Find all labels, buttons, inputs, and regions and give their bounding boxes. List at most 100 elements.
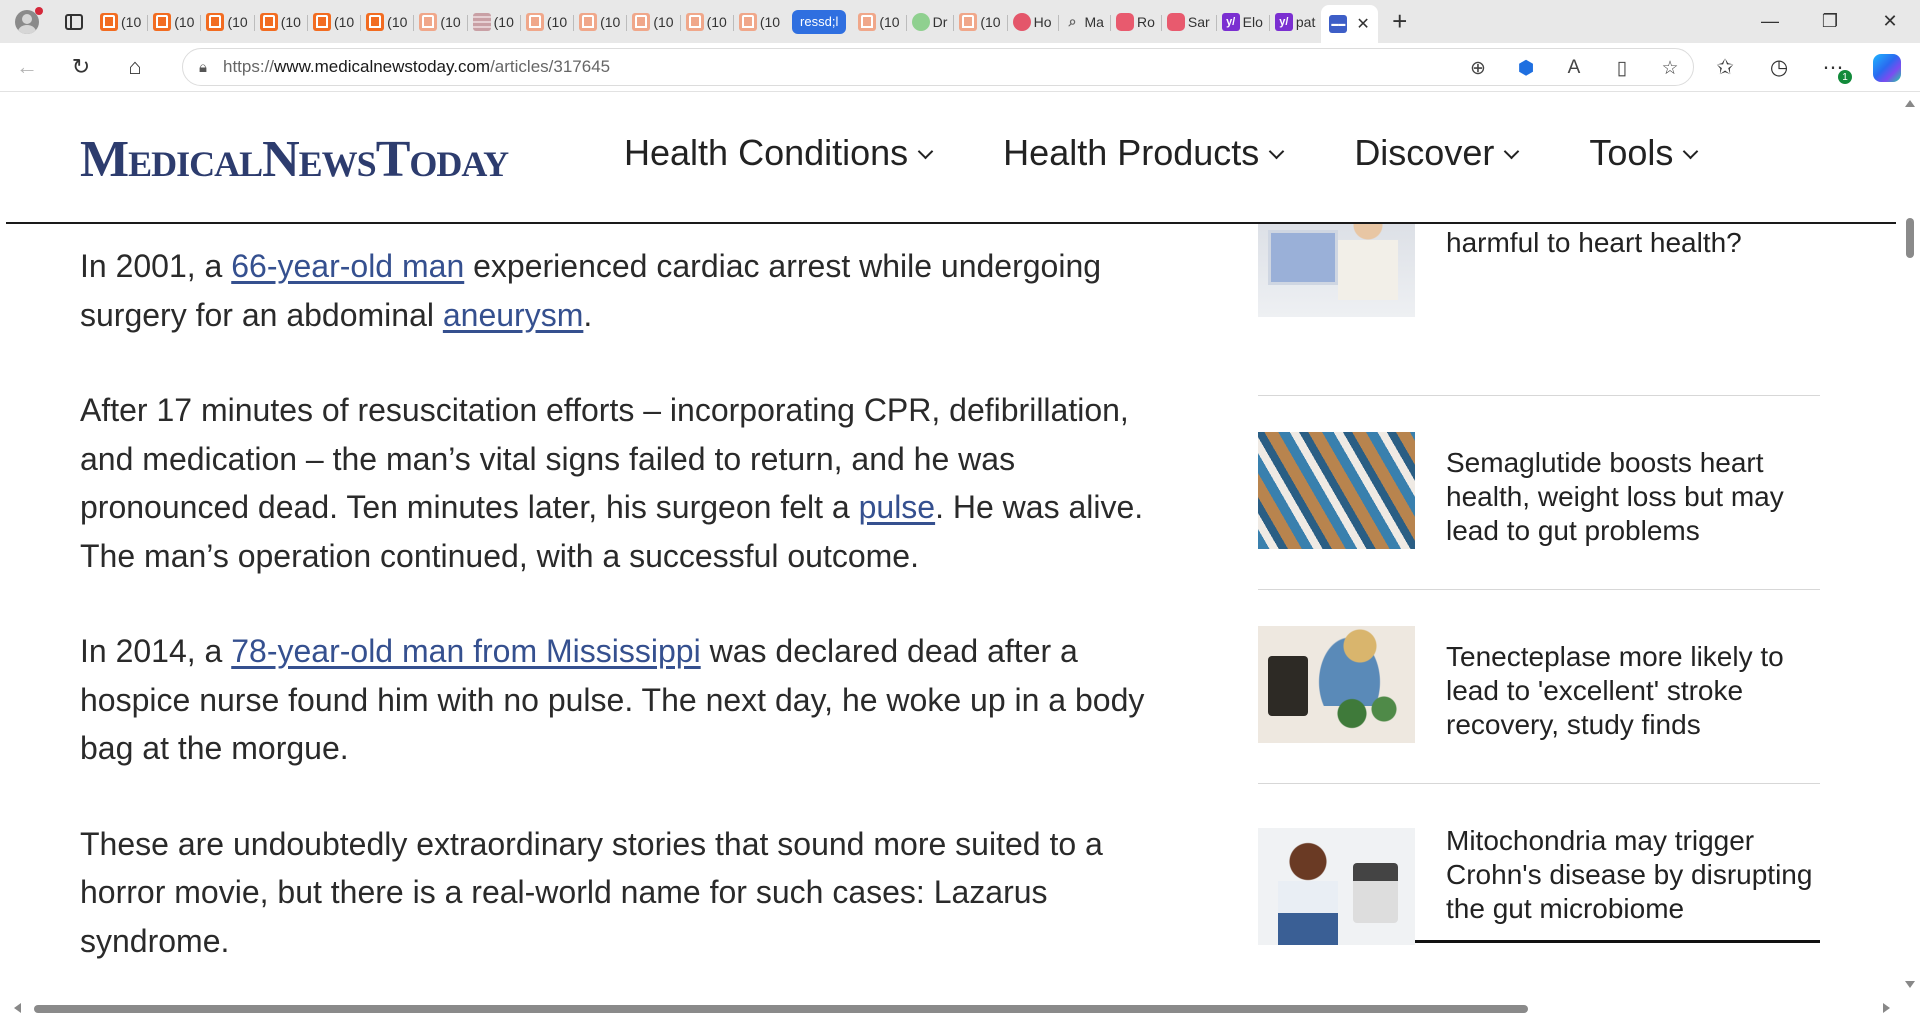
browser-tab[interactable]: y/Elo — [1215, 7, 1269, 37]
tab-label: (10 — [653, 13, 674, 30]
lock-icon[interactable]: 🔒︎ — [183, 59, 223, 76]
yahoo-icon: y/ — [1221, 12, 1240, 31]
browser-tab[interactable]: Ho — [1006, 7, 1058, 37]
scroll-left-icon[interactable] — [14, 1003, 21, 1013]
orange-bookmark-icon — [366, 12, 385, 31]
browser-tab[interactable]: (10 — [466, 7, 520, 37]
browser-tab[interactable]: (10 — [953, 7, 1006, 37]
tab-label: (10 — [546, 13, 568, 30]
restore-button[interactable]: ❐ — [1800, 0, 1860, 43]
scroll-right-icon[interactable] — [1883, 1003, 1890, 1013]
peach-bookmark-icon — [632, 12, 651, 31]
scroll-up-icon[interactable] — [1905, 100, 1915, 107]
nav-health-conditions[interactable]: Health Conditions — [624, 132, 934, 174]
profile-button[interactable] — [0, 0, 54, 43]
browser-tab[interactable]: (10 — [732, 7, 786, 37]
copilot-button[interactable] — [1860, 53, 1914, 82]
peach-bookmark-icon — [579, 12, 598, 31]
related-article-item[interactable]: Mitochondria may trigger Crohn's disease… — [1258, 784, 1820, 978]
nav-label: Tools — [1589, 132, 1674, 173]
browser-tab[interactable]: y/pat — [1268, 7, 1321, 37]
tab-list: (10 (10 (10 (10 (10 (10 (10 (10 (10 (10 (10 (10 (10 — [94, 0, 786, 43]
browser-tab[interactable]: (10 — [200, 7, 253, 37]
tab-label: (10 — [980, 13, 1001, 30]
nav-tools[interactable]: Tools — [1589, 132, 1699, 174]
article-paragraph: These are undoubtedly extraordinary stor… — [80, 820, 1180, 966]
immersive-reader-icon[interactable]: ▯ — [1609, 57, 1635, 80]
vertical-scrollbar[interactable] — [1900, 92, 1920, 996]
related-article-title[interactable]: Mitochondria may trigger Crohn's disease… — [1446, 824, 1816, 926]
tab-active[interactable]: ▬▬ ✕ — [1321, 5, 1378, 43]
browser-tab[interactable]: Sar — [1160, 7, 1216, 37]
favorites-icon[interactable]: ✩ — [1698, 55, 1752, 80]
browser-tab[interactable]: (10 — [306, 7, 360, 37]
site-logo[interactable]: MedicalNewsToday — [80, 130, 509, 189]
vertical-scroll-thumb[interactable] — [1906, 218, 1914, 258]
extensions-icon[interactable]: ⋯ 1 — [1806, 55, 1860, 84]
nav-label: Discover — [1354, 132, 1495, 173]
related-article-title[interactable]: Semaglutide boosts heart health, weight … — [1446, 446, 1816, 548]
favorite-star-icon[interactable]: ☆ — [1657, 57, 1683, 80]
url-text[interactable]: https://www.medicalnewstoday.com/article… — [223, 57, 610, 77]
browser-tab[interactable]: (10 — [94, 7, 147, 37]
related-article-title[interactable]: Tenecteplase more likely to lead to 'exc… — [1446, 640, 1816, 742]
history-icon[interactable]: ◷ — [1752, 55, 1806, 80]
extensions-badge: 1 — [1838, 70, 1852, 84]
link-pulse[interactable]: pulse — [859, 489, 936, 525]
nav-discover[interactable]: Discover — [1354, 132, 1520, 174]
tab-label: pat — [1295, 13, 1316, 30]
tab-actions-button[interactable] — [54, 0, 94, 43]
notification-dot — [35, 7, 43, 15]
browser-tab[interactable]: (10 — [573, 7, 626, 37]
browser-tab[interactable]: (10 — [253, 7, 307, 37]
orange-bookmark-icon — [259, 12, 278, 31]
link-78-year-old-man[interactable]: 78-year-old man from Mississippi — [231, 633, 700, 669]
tab-label: Dr — [932, 13, 948, 30]
orange-bookmark-icon — [206, 12, 225, 31]
youtube-icon — [1166, 12, 1185, 31]
browser-tab[interactable]: (10 — [519, 7, 573, 37]
navigation-bar: ← ↻ ⌂ 🔒︎ https://www.medicalnewstoday.co… — [0, 43, 1920, 92]
zoom-icon[interactable]: ⊕ — [1465, 57, 1491, 80]
tab-label: Elo — [1242, 13, 1263, 30]
close-window-button[interactable]: ✕ — [1860, 0, 1920, 43]
horizontal-scroll-thumb[interactable] — [34, 1005, 1528, 1013]
article-paragraph: After 17 minutes of resuscitation effort… — [80, 386, 1180, 580]
browser-tab[interactable]: (10 — [852, 7, 905, 37]
shield-icon[interactable]: ⬢ — [1513, 57, 1539, 80]
tab-label: (10 — [759, 13, 781, 30]
peach-bookmark-icon — [858, 12, 877, 31]
tab-label: Sar — [1187, 13, 1210, 30]
browser-tab[interactable]: Ro — [1109, 7, 1161, 37]
tab-highlighted[interactable]: ressd;l — [792, 9, 847, 34]
browser-tab[interactable]: (10 — [147, 7, 200, 37]
browser-tab[interactable]: (10 — [679, 7, 733, 37]
browser-tab[interactable]: Dr — [905, 7, 954, 37]
related-article-item[interactable]: Can standing too much be harmful to hear… — [1258, 193, 1820, 396]
browser-tab[interactable]: (10 — [626, 7, 679, 37]
related-article-item[interactable]: Tenecteplase more likely to lead to 'exc… — [1258, 590, 1820, 784]
nav-health-products[interactable]: Health Products — [1003, 132, 1285, 174]
new-tab-button[interactable]: + — [1378, 0, 1422, 43]
horizontal-scrollbar[interactable] — [0, 996, 1900, 1020]
browser-tab[interactable]: (10 — [360, 7, 413, 37]
read-aloud-icon[interactable]: A — [1561, 57, 1587, 79]
copilot-icon — [1873, 53, 1901, 82]
browser-tab[interactable]: ⌕ Ma — [1057, 7, 1110, 37]
refresh-button[interactable]: ↻ — [54, 47, 108, 87]
article-body: In 2001, a 66-year-old man experienced c… — [80, 242, 1180, 1012]
minimize-button[interactable]: — — [1740, 0, 1800, 43]
scroll-down-icon[interactable] — [1905, 981, 1915, 988]
address-bar[interactable]: 🔒︎ https://www.medicalnewstoday.com/arti… — [182, 48, 1694, 86]
browser-tab[interactable]: (10 — [413, 7, 466, 37]
article-thumbnail[interactable] — [1258, 626, 1415, 743]
close-tab-icon[interactable]: ✕ — [1356, 14, 1369, 34]
article-thumbnail[interactable] — [1258, 432, 1415, 549]
tab-list-after: (10 Dr (10 Ho ⌕ Ma Ro Sar y/Elo y/pat — [852, 0, 1321, 43]
back-button[interactable]: ← — [0, 47, 54, 87]
article-thumbnail[interactable] — [1258, 828, 1415, 945]
home-button[interactable]: ⌂ — [108, 47, 162, 87]
link-aneurysm[interactable]: aneurysm — [443, 297, 584, 333]
related-article-item[interactable]: Semaglutide boosts heart health, weight … — [1258, 396, 1820, 590]
link-66-year-old-man[interactable]: 66-year-old man — [231, 248, 464, 284]
